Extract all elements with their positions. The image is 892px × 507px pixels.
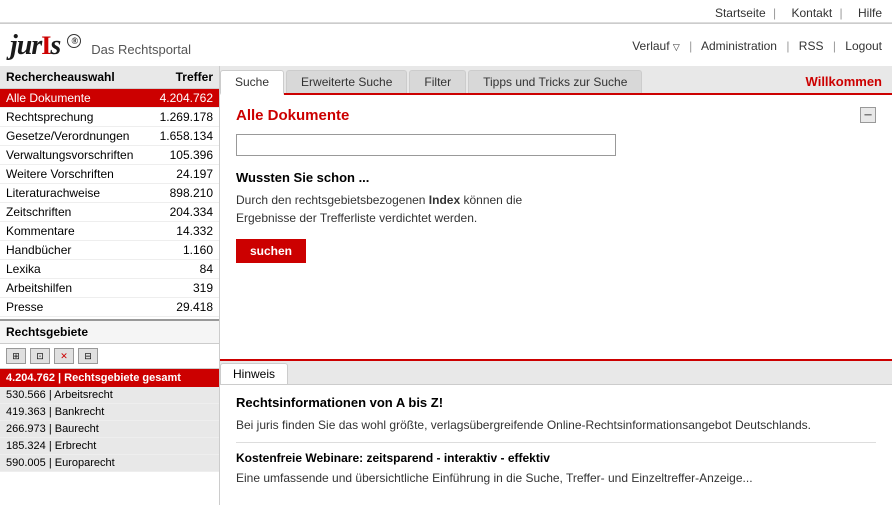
doc-count: 29.418	[149, 298, 219, 317]
doc-label: Rechtsprechung	[0, 108, 149, 127]
kontakt-link[interactable]: Kontakt	[791, 6, 832, 20]
rg-icon-4[interactable]: ⊟	[78, 348, 98, 364]
hilfe-link[interactable]: Hilfe	[858, 6, 882, 20]
tab-suche[interactable]: Suche	[220, 70, 284, 95]
logo-subtitle: Das Rechtsportal	[91, 42, 191, 57]
doc-count: 319	[149, 279, 219, 298]
rg-icon-3[interactable]: ✕	[54, 348, 74, 364]
minimize-button[interactable]: ─	[860, 107, 876, 123]
recherche-col-treffer: Treffer	[149, 66, 219, 89]
doc-row[interactable]: Literaturachweise898.210	[0, 184, 219, 203]
rg-icon-2[interactable]: ⊡	[30, 348, 50, 364]
rechtsgebiete-total: 4.204.762 | Rechtsgebiete gesamt	[0, 369, 219, 387]
doc-label: Weitere Vorschriften	[0, 165, 149, 184]
doc-row[interactable]: Presse29.418	[0, 298, 219, 317]
verlauf-link[interactable]: Verlauf	[632, 39, 669, 53]
tab-filter[interactable]: Filter	[409, 70, 466, 93]
doc-label: Handbücher	[0, 241, 149, 260]
doc-label: Alle Dokumente	[0, 89, 149, 108]
doc-count: 84	[149, 260, 219, 279]
hinweis-divider	[236, 442, 876, 443]
doc-label: Kommentare	[0, 222, 149, 241]
doc-label: Literaturachweise	[0, 184, 149, 203]
doc-count: 1.658.134	[149, 127, 219, 146]
nav-sep5: |	[833, 39, 836, 53]
sub-nav: Verlauf ▽ | Administration | RSS | Logou…	[191, 39, 882, 53]
hinweis-text1: Bei juris finden Sie das wohl größte, ve…	[236, 416, 876, 434]
doc-row[interactable]: Gesetze/Verordnungen1.658.134	[0, 127, 219, 146]
doc-label: Zeitschriften	[0, 203, 149, 222]
doc-row[interactable]: Kommentare14.332	[0, 222, 219, 241]
nav-sep3: |	[689, 39, 692, 53]
tab-tipps-und-tricks-zur-suche[interactable]: Tipps und Tricks zur Suche	[468, 70, 642, 93]
verlauf-arrow-icon: ▽	[673, 42, 680, 52]
doc-count: 1.160	[149, 241, 219, 260]
doc-label: Verwaltungsvorschriften	[0, 146, 149, 165]
search-button[interactable]: suchen	[236, 239, 306, 263]
doc-label: Arbeitshilfen	[0, 279, 149, 298]
rechtsgebiete-item[interactable]: 185.324 | Erbrecht	[0, 438, 219, 455]
doc-count: 898.210	[149, 184, 219, 203]
doc-row[interactable]: Lexika84	[0, 260, 219, 279]
doc-count: 204.334	[149, 203, 219, 222]
doc-count: 1.269.178	[149, 108, 219, 127]
wussten-title: Wussten Sie schon ...	[236, 170, 876, 185]
logout-link[interactable]: Logout	[845, 39, 882, 53]
doc-row[interactable]: Verwaltungsvorschriften105.396	[0, 146, 219, 165]
administration-link[interactable]: Administration	[701, 39, 777, 53]
hinweis-subtitle: Kostenfreie Webinare: zeitsparend - inte…	[236, 451, 876, 465]
logo: jurIs ®	[10, 30, 81, 62]
nav-sep2: |	[840, 6, 843, 20]
doc-label: Presse	[0, 298, 149, 317]
recherche-col-label: Rechercheauswahl	[0, 66, 149, 89]
nav-sep4: |	[786, 39, 789, 53]
nav-sep: |	[773, 6, 776, 20]
tab-erweiterte-suche[interactable]: Erweiterte Suche	[286, 70, 407, 93]
hinweis-title: Rechtsinformationen von A bis Z!	[236, 395, 876, 410]
doc-count: 14.332	[149, 222, 219, 241]
rechtsgebiete-header: Rechtsgebiete	[0, 321, 219, 344]
search-input[interactable]	[236, 134, 616, 156]
registered-mark: ®	[67, 34, 81, 48]
doc-row[interactable]: Weitere Vorschriften24.197	[0, 165, 219, 184]
doc-count: 105.396	[149, 146, 219, 165]
search-title: Alle Dokumente	[236, 107, 349, 124]
rss-link[interactable]: RSS	[799, 39, 824, 53]
rg-icon-1[interactable]: ⊞	[6, 348, 26, 364]
doc-count: 4.204.762	[149, 89, 219, 108]
doc-label: Gesetze/Verordnungen	[0, 127, 149, 146]
wussten-text: Durch den rechtsgebietsbezogenen Index k…	[236, 191, 876, 227]
hinweis-tab[interactable]: Hinweis	[220, 363, 288, 384]
rechtsgebiete-item[interactable]: 419.363 | Bankrecht	[0, 404, 219, 421]
doc-count: 24.197	[149, 165, 219, 184]
rechtsgebiete-item[interactable]: 266.973 | Baurecht	[0, 421, 219, 438]
doc-row[interactable]: Arbeitshilfen319	[0, 279, 219, 298]
startseite-link[interactable]: Startseite	[715, 6, 766, 20]
doc-row[interactable]: Rechtsprechung1.269.178	[0, 108, 219, 127]
welcome-text: Willkommen	[806, 74, 892, 93]
doc-label: Lexika	[0, 260, 149, 279]
doc-row[interactable]: Alle Dokumente4.204.762	[0, 89, 219, 108]
doc-row[interactable]: Zeitschriften204.334	[0, 203, 219, 222]
rechtsgebiete-item[interactable]: 530.566 | Arbeitsrecht	[0, 387, 219, 404]
hinweis-text2: Eine umfassende und übersichtliche Einfü…	[236, 469, 876, 487]
rechtsgebiete-item[interactable]: 590.005 | Europarecht	[0, 455, 219, 472]
doc-row[interactable]: Handbücher1.160	[0, 241, 219, 260]
